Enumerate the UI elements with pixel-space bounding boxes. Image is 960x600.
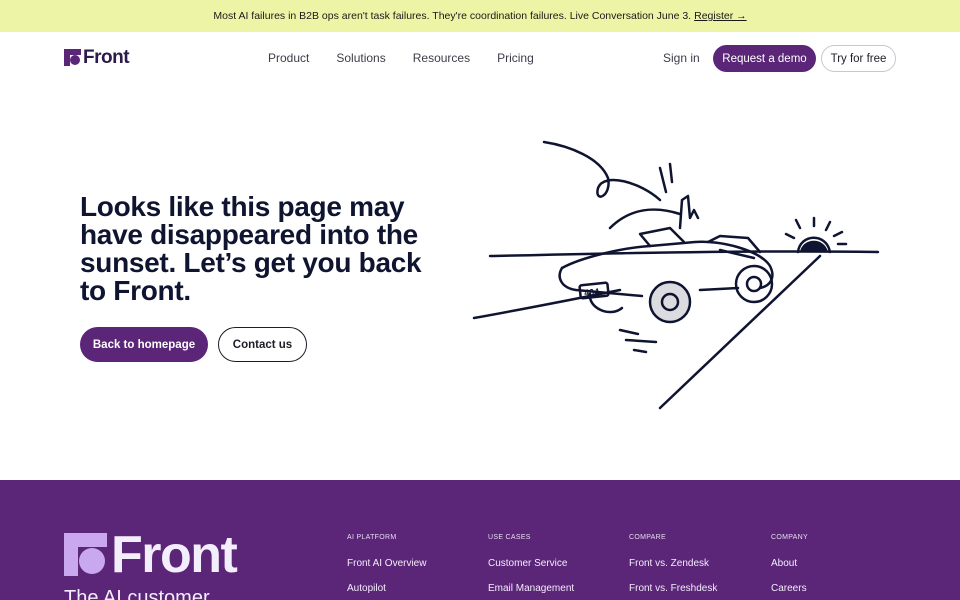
footer-column-heading: COMPARE [629, 534, 666, 541]
front-logo[interactable]: Front [64, 47, 130, 68]
footer-tagline: The AI customer [64, 587, 210, 600]
sign-in-link[interactable]: Sign in [663, 51, 700, 65]
announcement-banner: Most AI failures in B2B ops aren't task … [0, 0, 960, 32]
logo-wordmark: Front [83, 47, 130, 68]
footer-logo-icon [64, 533, 107, 576]
contact-us-button[interactable]: Contact us [218, 327, 307, 362]
page-title: Looks like this page may have disappeare… [80, 191, 422, 306]
footer-column-company: COMPANY About Careers [771, 534, 808, 600]
footer-link[interactable]: Careers [771, 583, 808, 594]
nav-product[interactable]: Product [268, 51, 309, 65]
footer-column-heading: USE CASES [488, 534, 531, 541]
nav-solutions[interactable]: Solutions [336, 51, 385, 65]
banner-text: Most AI failures in B2B ops aren't task … [213, 10, 692, 22]
banner-register-link[interactable]: Register → [694, 10, 747, 22]
back-to-homepage-button[interactable]: Back to homepage [80, 327, 208, 362]
footer-link[interactable]: Front vs. Freshdesk [629, 583, 717, 594]
front-logo-icon [64, 49, 81, 66]
footer-logo-wordmark: Front [111, 526, 238, 584]
footer-link[interactable]: Front AI Overview [347, 558, 426, 569]
footer-link[interactable]: Autopilot [347, 583, 426, 594]
license-plate-text: 404 [584, 286, 600, 298]
car-sunset-illustration: 404 [472, 140, 880, 410]
footer-column-heading: COMPANY [771, 534, 808, 541]
footer-column-use-cases: USE CASES Customer Service Email Managem… [488, 534, 574, 600]
footer-link[interactable]: Customer Service [488, 558, 574, 569]
footer-column-ai-platform: AI PLATFORM Front AI Overview Autopilot [347, 534, 426, 600]
request-demo-button[interactable]: Request a demo [713, 45, 816, 72]
footer-link[interactable]: Front vs. Zendesk [629, 558, 717, 569]
try-free-button[interactable]: Try for free [821, 45, 896, 72]
nav-resources[interactable]: Resources [413, 51, 470, 65]
footer-logo[interactable]: Front [64, 526, 238, 584]
footer-column-compare: COMPARE Front vs. Zendesk Front vs. Fres… [629, 534, 717, 600]
footer-link[interactable]: About [771, 558, 808, 569]
nav-pricing[interactable]: Pricing [497, 51, 534, 65]
site-footer: Front The AI customer AI PLATFORM Front … [0, 480, 960, 600]
nav-links: Product Solutions Resources Pricing [268, 51, 561, 65]
footer-column-heading: AI PLATFORM [347, 534, 397, 541]
top-nav: Front Product Solutions Resources Pricin… [0, 32, 960, 86]
footer-link[interactable]: Email Management [488, 583, 574, 594]
